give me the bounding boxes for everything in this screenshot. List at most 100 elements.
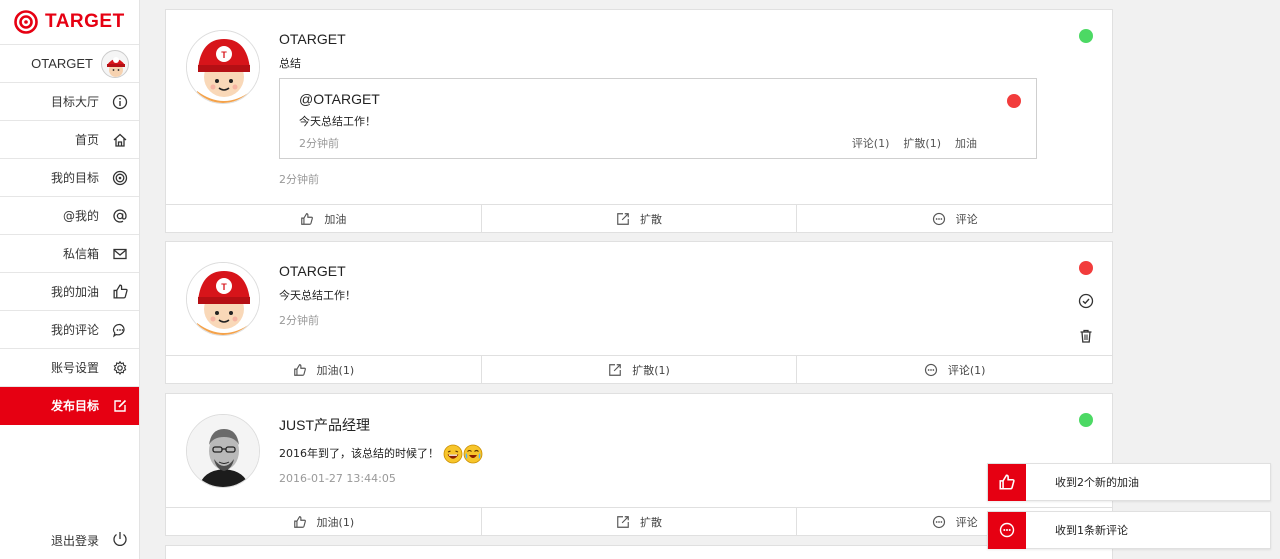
comment-button[interactable]: 评论 (797, 205, 1112, 232)
cheer-label: 加油(1) (316, 515, 355, 529)
sidebar-item-publish-target[interactable]: 发布目标 (0, 387, 139, 425)
share-button[interactable]: 扩散 (482, 205, 798, 232)
share-label: 扩散(1) (632, 363, 670, 377)
sidebar-item-label: @我的 (62, 209, 99, 223)
at-icon (111, 207, 129, 225)
post-time: 2分钟前 (279, 173, 319, 186)
cheer-label: 加油(1) (316, 363, 355, 377)
feed-card (165, 545, 1113, 559)
sidebar-item-mentions[interactable]: @我的 (0, 197, 139, 235)
target-icon (111, 169, 129, 187)
share-icon (616, 212, 630, 226)
notification-cheers[interactable]: 收到2个新的加油 (987, 463, 1271, 501)
post-author[interactable]: OTARGET (279, 31, 346, 47)
sidebar-item-inbox[interactable]: 私信箱 (0, 235, 139, 273)
quoted-post-time: 2分钟前 (299, 137, 339, 150)
feed-card: T OTARGET 总结 @OTARGET 今天总结工作！ 2分钟前 评论(1)… (165, 9, 1113, 233)
quoted-post-content: 今天总结工作！ (299, 115, 376, 128)
notification-comments[interactable]: 收到1条新评论 (987, 511, 1271, 549)
notification-text: 收到1条新评论 (1055, 524, 1128, 537)
quoted-comment-link[interactable]: 评论(1) (852, 135, 890, 151)
comment-label: 评论(1) (947, 363, 986, 377)
post-author[interactable]: OTARGET (279, 263, 346, 279)
comment-label: 评论 (955, 515, 978, 529)
thumbs-up-icon (111, 283, 129, 301)
comment-icon (924, 363, 938, 377)
brand-name: TARGET (45, 11, 125, 32)
thumbs-up-icon (300, 212, 314, 226)
edit-icon (111, 397, 129, 415)
share-icon (608, 363, 622, 377)
share-button[interactable]: 扩散 (482, 508, 798, 535)
share-label: 扩散 (640, 212, 662, 226)
post-content: 总结 (279, 57, 301, 70)
power-icon (111, 530, 129, 551)
gear-icon (111, 359, 129, 377)
trash-icon[interactable] (1078, 328, 1094, 344)
avatar[interactable] (186, 414, 260, 488)
sidebar-item-my-targets[interactable]: 我的目标 (0, 159, 139, 197)
status-dot (1007, 94, 1021, 108)
info-icon (111, 93, 129, 111)
sidebar-item-label: 账号设置 (50, 361, 99, 375)
quoted-share-link[interactable]: 扩散(1) (903, 135, 941, 151)
logout-button[interactable]: 退出登录 (0, 521, 139, 559)
avatar[interactable]: T (186, 30, 260, 104)
cheer-button[interactable]: 加油 (166, 205, 482, 232)
feed-card: T OTARGET 今天总结工作！ 2分钟前 加油(1) 扩散(1) 评论(1) (165, 241, 1113, 384)
svg-text:T: T (221, 50, 227, 60)
comment-icon (932, 515, 946, 529)
comment-button[interactable]: 评论(1) (797, 356, 1112, 383)
post-author[interactable]: JUST产品经理 (279, 415, 370, 435)
sidebar-item-label: 目标大厅 (50, 95, 99, 109)
cheer-button[interactable]: 加油(1) (166, 356, 482, 383)
post-content: 今天总结工作！ (279, 289, 356, 302)
post-actions: 加油 扩散 评论 (166, 204, 1112, 232)
thumbs-up-icon (293, 515, 307, 529)
sidebar-item-my-comments[interactable]: 我的评论 (0, 311, 139, 349)
target-logo-icon (14, 10, 38, 34)
cheer-label: 加油 (324, 212, 347, 226)
status-dot (1079, 261, 1093, 275)
feed-card: JUST产品经理 2016年到了，该总结的时候了！ 2016-01-27 13:… (165, 393, 1113, 536)
app-logo[interactable]: TARGET (0, 0, 139, 45)
post-content-text: 2016年到了，该总结的时候了！ (279, 447, 439, 460)
logout-label: 退出登录 (50, 533, 99, 548)
crying-laughing-emoji-icon (463, 444, 482, 464)
sidebar-item-label: 首页 (74, 133, 99, 147)
share-label: 扩散 (640, 515, 662, 529)
sidebar-item-my-cheers[interactable]: 我的加油 (0, 273, 139, 311)
check-circle-icon[interactable] (1078, 293, 1094, 309)
post-actions: 加油(1) 扩散(1) 评论(1) (166, 355, 1112, 383)
post-content: 2016年到了，该总结的时候了！ (279, 444, 483, 464)
sidebar-item-label: 我的加油 (50, 285, 99, 299)
sidebar-item-account-settings[interactable]: 账号设置 (0, 349, 139, 387)
quoted-post-links: 评论(1) 扩散(1) 加油 (852, 135, 977, 151)
sidebar-user[interactable]: OTARGET (0, 45, 139, 83)
comment-label: 评论 (955, 212, 978, 226)
home-icon (111, 131, 129, 149)
comment-icon (111, 321, 129, 339)
sidebar-item-target-hall[interactable]: 目标大厅 (0, 83, 139, 121)
sidebar-user-name: OTARGET (31, 56, 93, 71)
sidebar-item-label: 我的评论 (50, 323, 99, 337)
sidebar: TARGET OTARGET 目标大厅 首页 我的目标 @我的 私信箱 我的加油… (0, 0, 140, 559)
notification-text: 收到2个新的加油 (1055, 476, 1139, 489)
sidebar-item-home[interactable]: 首页 (0, 121, 139, 159)
avatar[interactable]: T (186, 262, 260, 336)
quoted-cheer-link[interactable]: 加油 (955, 135, 977, 151)
quoted-post-author[interactable]: @OTARGET (299, 91, 380, 107)
thumbs-up-icon (988, 463, 1026, 501)
svg-text:T: T (221, 282, 227, 292)
status-dot (1079, 413, 1093, 427)
quoted-post[interactable]: @OTARGET 今天总结工作！ 2分钟前 评论(1) 扩散(1) 加油 (279, 78, 1037, 159)
post-time: 2016-01-27 13:44:05 (279, 472, 396, 485)
share-button[interactable]: 扩散(1) (482, 356, 798, 383)
status-dot (1079, 29, 1093, 43)
laughing-emoji-icon (443, 444, 462, 464)
cheer-button[interactable]: 加油(1) (166, 508, 482, 535)
post-actions: 加油(1) 扩散 评论 (166, 507, 1112, 535)
mail-icon (111, 245, 129, 263)
comment-icon (988, 511, 1026, 549)
share-icon (616, 515, 630, 529)
